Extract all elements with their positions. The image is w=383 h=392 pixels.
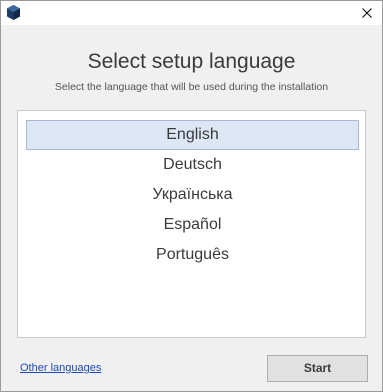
language-item-portugues[interactable]: Português xyxy=(26,240,359,270)
setup-language-dialog: Select setup language Select the languag… xyxy=(0,0,383,392)
title-bar xyxy=(1,1,382,25)
dialog-title: Select setup language xyxy=(87,50,296,73)
close-icon xyxy=(362,8,372,18)
dialog-subtitle: Select the language that will be used du… xyxy=(54,81,329,93)
cube-icon xyxy=(7,5,20,20)
language-item-espanol[interactable]: Español xyxy=(26,210,359,240)
other-languages-link[interactable]: Other languages xyxy=(20,361,101,375)
close-button[interactable] xyxy=(352,1,382,25)
start-button[interactable]: Start xyxy=(267,355,368,382)
language-item-ukrainian[interactable]: Українська xyxy=(26,180,359,210)
language-item-deutsch[interactable]: Deutsch xyxy=(26,150,359,180)
language-item-english[interactable]: English xyxy=(26,120,359,150)
language-list[interactable]: English Deutsch Українська Español Portu… xyxy=(17,110,366,338)
